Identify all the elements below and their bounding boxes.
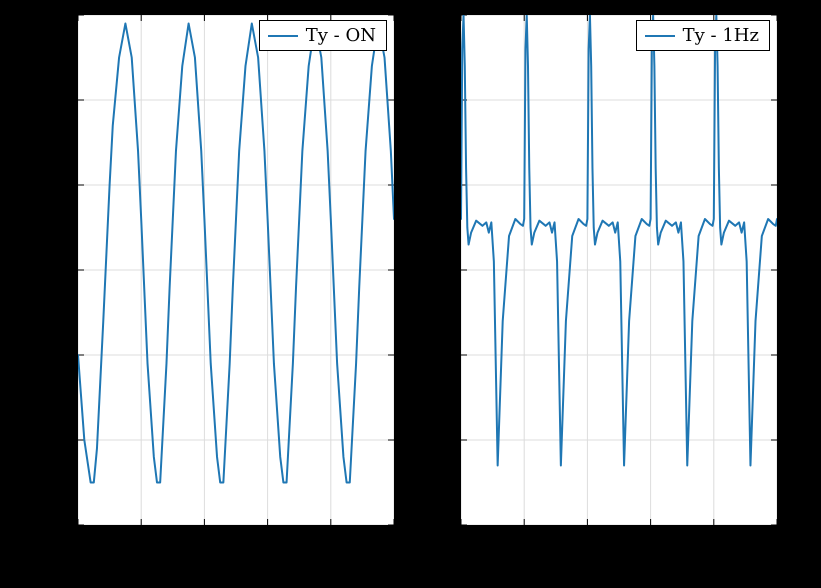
y-tick-label: 5 bbox=[441, 174, 452, 195]
y-tick-label: -10 bbox=[423, 429, 452, 450]
y-tick-label: -15 bbox=[423, 514, 452, 535]
y-tick-label: 10 bbox=[429, 89, 452, 110]
y-tick-label: 15 bbox=[429, 4, 452, 25]
x-tick-label: 3 bbox=[644, 530, 655, 551]
x-tick-label: 5 bbox=[770, 530, 781, 551]
legend: Ty - ON bbox=[259, 20, 387, 51]
legend-swatch bbox=[268, 35, 298, 37]
x-axis-label: Time (s) bbox=[581, 554, 656, 575]
legend-swatch bbox=[645, 35, 675, 37]
y-tick-label: -10 bbox=[40, 429, 69, 450]
chart-panel-1 bbox=[460, 14, 778, 526]
x-tick-label: 4 bbox=[707, 530, 718, 551]
x-axis-label: Time (s) bbox=[198, 554, 273, 575]
figure: 012345-15-10-5051015Ty - ONTime (s)Torqu… bbox=[0, 0, 821, 588]
y-tick-label: 10 bbox=[46, 89, 69, 110]
x-tick-label: 5 bbox=[387, 530, 398, 551]
y-tick-label: 5 bbox=[58, 174, 69, 195]
y-tick-label: -15 bbox=[40, 514, 69, 535]
legend-label: Ty - ON bbox=[306, 25, 376, 46]
y-tick-label: 0 bbox=[58, 259, 69, 280]
series-line bbox=[78, 24, 394, 483]
x-tick-label: 1 bbox=[134, 530, 145, 551]
y-tick-label: 15 bbox=[46, 4, 69, 25]
x-tick-label: 0 bbox=[454, 530, 465, 551]
x-tick-label: 3 bbox=[261, 530, 272, 551]
chart-panel-0 bbox=[77, 14, 395, 526]
y-tick-label: -5 bbox=[434, 344, 452, 365]
legend: Ty - 1Hz bbox=[636, 20, 770, 51]
x-tick-label: 4 bbox=[324, 530, 335, 551]
x-tick-label: 1 bbox=[517, 530, 528, 551]
legend-label: Ty - 1Hz bbox=[683, 25, 759, 46]
y-tick-label: 0 bbox=[441, 259, 452, 280]
y-tick-label: -5 bbox=[51, 344, 69, 365]
x-tick-label: 2 bbox=[198, 530, 209, 551]
series-line bbox=[461, 15, 777, 466]
y-axis-label: Torque (Nm) bbox=[8, 211, 29, 327]
x-tick-label: 2 bbox=[581, 530, 592, 551]
x-tick-label: 0 bbox=[71, 530, 82, 551]
